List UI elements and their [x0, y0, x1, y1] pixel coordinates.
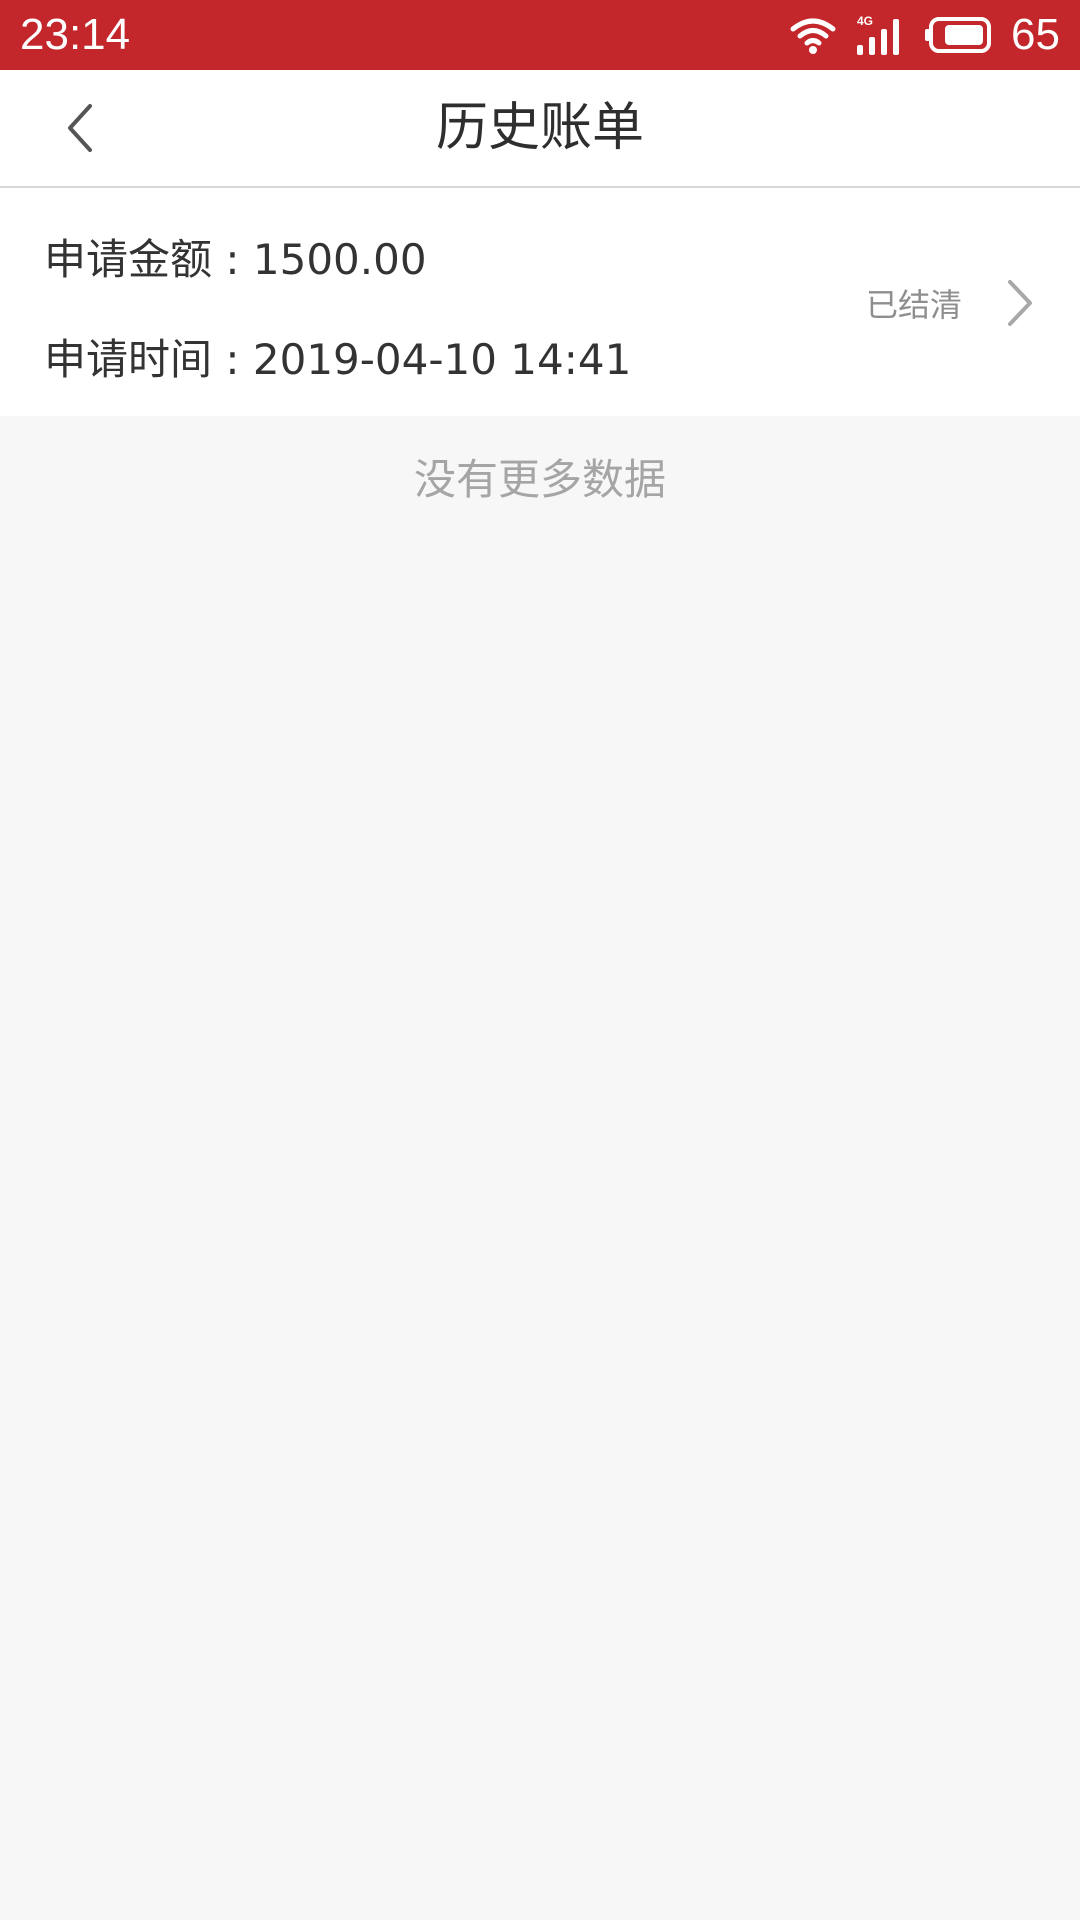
time-value: 2019-04-10 14:41 [252, 335, 632, 384]
battery-icon [925, 17, 992, 53]
amount-label: 申请金额 [44, 235, 213, 284]
title-bar: 历史账单 [0, 70, 1080, 188]
status-time: 23:14 [20, 10, 131, 59]
network-type: 4G [857, 14, 873, 28]
bill-list-item[interactable]: 申请金额 : 1500.00 申请时间 : 2019-04-10 14:41 已… [0, 188, 1080, 416]
bill-amount-row: 申请金额 : 1500.00 [44, 226, 427, 287]
wifi-icon [790, 18, 836, 54]
battery-level: 65 [1011, 10, 1060, 59]
bill-status-badge: 已结清 [865, 286, 962, 324]
signal-4g-icon: 4G [857, 14, 900, 55]
status-icons: 4G 65 [789, 0, 1060, 70]
amount-separator: : [212, 235, 253, 284]
page-title: 历史账单 [435, 98, 644, 158]
no-more-data-hint: 没有更多数据 [413, 455, 666, 504]
time-label: 申请时间 [44, 335, 213, 384]
amount-value: 1500.00 [252, 235, 427, 284]
status-bar: 23:14 4G 65 [0, 0, 1080, 70]
chevron-right-icon [1008, 280, 1032, 326]
bill-time-row: 申请时间 : 2019-04-10 14:41 [44, 326, 631, 387]
time-separator: : [212, 335, 253, 384]
